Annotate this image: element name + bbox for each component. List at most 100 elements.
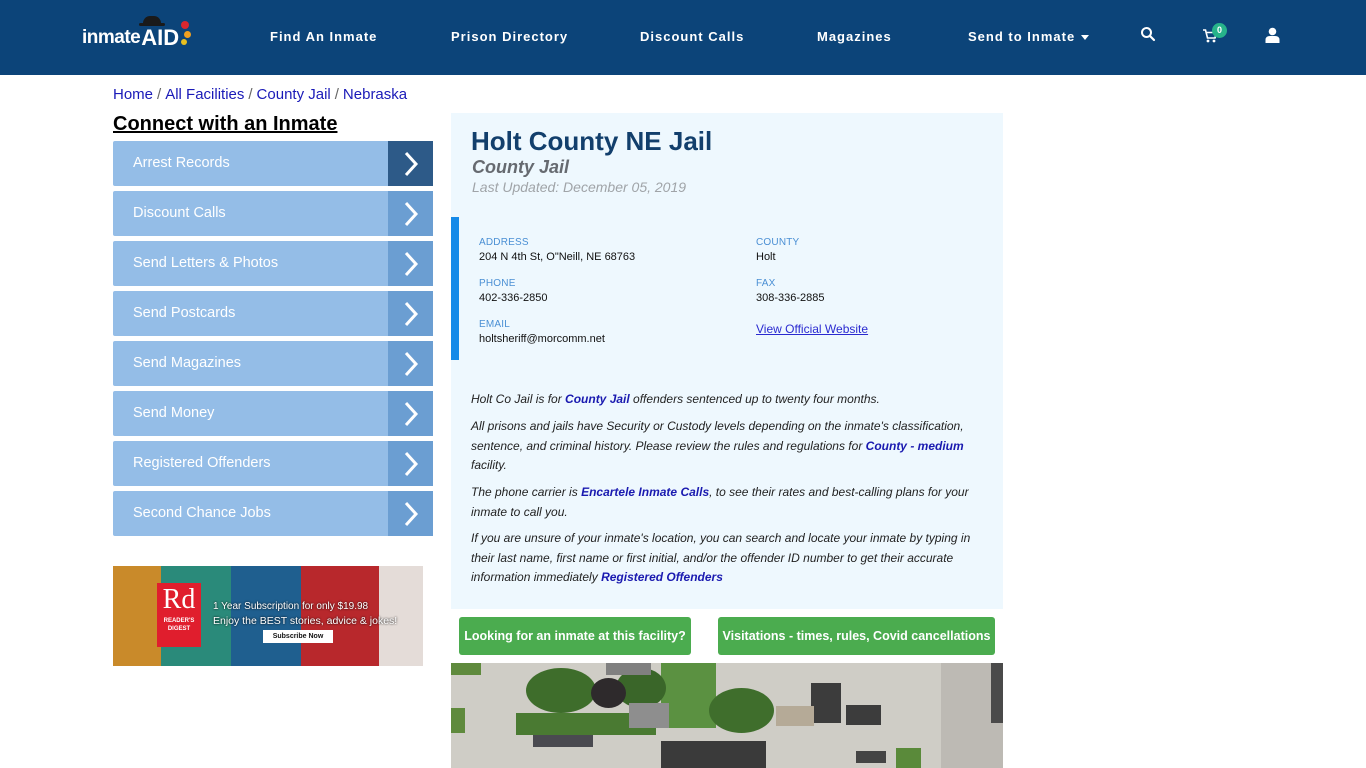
breadcrumb-all-facilities[interactable]: All Facilities	[165, 86, 244, 103]
facility-panel: Holt County NE Jail County Jail Last Upd…	[451, 113, 1003, 609]
description-paragraph: Holt Co Jail is for County Jail offender…	[471, 390, 981, 410]
map-tree	[709, 688, 774, 733]
sidebar-item-label: Second Chance Jobs	[133, 505, 271, 521]
sidebar-item-send-money[interactable]: Send Money	[113, 391, 433, 436]
description-paragraph: The phone carrier is Encartele Inmate Ca…	[471, 483, 981, 522]
map-building	[846, 705, 881, 725]
chevron-right-icon	[388, 391, 433, 436]
phone-carrier-link[interactable]: Encartele Inmate Calls	[581, 485, 709, 499]
nav-send-to-inmate[interactable]: Send to Inmate	[968, 29, 1090, 44]
search-icon[interactable]	[1140, 26, 1160, 46]
sidebar-item-send-magazines[interactable]: Send Magazines	[113, 341, 433, 386]
leaf-icon	[181, 39, 188, 45]
map-building	[776, 706, 814, 726]
facility-satellite-map[interactable]	[451, 663, 1003, 768]
address-value: 204 N 4th St, O"Neill, NE 68763	[479, 251, 636, 263]
sidebar-item-label: Send Money	[133, 405, 215, 421]
description-paragraph: All prisons and jails have Security or C…	[471, 417, 981, 476]
nav-find-an-inmate[interactable]: Find An Inmate	[270, 29, 377, 44]
phone-value: 402-336-2850	[479, 292, 548, 304]
pilgrim-hat-icon	[139, 16, 166, 26]
breadcrumb-separator: /	[248, 86, 253, 103]
logo-accent: AID	[139, 16, 192, 51]
caret-down-icon	[1081, 35, 1090, 41]
sidebar-item-discount-calls[interactable]: Discount Calls	[113, 191, 433, 236]
visitations-button[interactable]: Visitations - times, rules, Covid cancel…	[718, 617, 995, 655]
security-level-link[interactable]: County - medium	[866, 439, 964, 453]
sidebar-item-label: Send Postcards	[133, 305, 236, 321]
map-grass	[451, 663, 481, 675]
county-value: Holt	[756, 251, 776, 263]
sidebar-item-label: Arrest Records	[133, 155, 230, 171]
text: Holt Co Jail is for	[471, 392, 566, 406]
address-label: ADDRESS	[479, 237, 529, 248]
county-label: COUNTY	[756, 237, 800, 248]
nav-send-to-inmate-label: Send to Inmate	[968, 29, 1076, 44]
breadcrumb-separator: /	[334, 86, 339, 103]
chevron-right-icon	[388, 341, 433, 386]
map-grass	[451, 708, 465, 733]
map-road-edge	[991, 663, 1003, 723]
map-tree	[591, 678, 626, 708]
text: offenders sentenced up to twenty four mo…	[629, 392, 880, 406]
breadcrumb-county-jail[interactable]: County Jail	[257, 86, 331, 103]
registered-offenders-link[interactable]: Registered Offenders	[601, 570, 723, 584]
info-accent-bar	[451, 217, 459, 360]
logo-accent-text: AID	[141, 25, 180, 50]
map-parked-cars	[533, 735, 593, 747]
text: The phone carrier is	[471, 485, 582, 499]
email-label: EMAIL	[479, 319, 511, 330]
logo-brand-name: READER'S DIGEST	[163, 618, 195, 632]
leaf-icon	[184, 31, 192, 38]
text: facility.	[471, 458, 507, 472]
readers-digest-logo: Rd READER'S DIGEST	[157, 583, 201, 647]
county-jail-link[interactable]: County Jail	[565, 392, 630, 406]
map-parked-cars	[856, 751, 886, 763]
nav-magazines[interactable]: Magazines	[817, 29, 892, 44]
map-tree	[526, 668, 596, 713]
chevron-right-icon	[388, 441, 433, 486]
sidebar-item-label: Discount Calls	[133, 205, 226, 221]
sidebar-item-registered-offenders[interactable]: Registered Offenders	[113, 441, 433, 486]
official-website-link[interactable]: View Official Website	[756, 322, 868, 336]
top-navbar: inmate AID Find An Inmate Prison Directo…	[0, 0, 1366, 75]
sidebar-item-send-letters-photos[interactable]: Send Letters & Photos	[113, 241, 433, 286]
nav-discount-calls[interactable]: Discount Calls	[640, 29, 744, 44]
sidebar-item-label: Registered Offenders	[133, 455, 271, 471]
cart-count-badge: 0	[1212, 23, 1227, 38]
site-logo[interactable]: inmate AID	[82, 16, 192, 54]
last-updated: Last Updated: December 05, 2019	[472, 179, 687, 195]
ad-headline: 1 Year Subscription for only $19.98	[213, 601, 369, 612]
logo-text: Rd	[162, 584, 196, 615]
description-paragraph: If you are unsure of your inmate's locat…	[471, 529, 981, 588]
sidebar-item-second-chance-jobs[interactable]: Second Chance Jobs	[113, 491, 433, 536]
chevron-right-icon	[388, 141, 433, 186]
logo-text: inmate	[82, 27, 141, 48]
phone-label: PHONE	[479, 278, 516, 289]
sidebar-item-label: Send Magazines	[133, 355, 242, 371]
nav-prison-directory[interactable]: Prison Directory	[451, 29, 568, 44]
facility-name: Holt County NE Jail	[471, 126, 713, 156]
map-building	[811, 683, 841, 723]
map-building	[606, 663, 651, 675]
ad-tagline: Enjoy the BEST stories, advice & jokes!	[213, 615, 398, 627]
find-inmate-at-facility-button[interactable]: Looking for an inmate at this facility?	[459, 617, 691, 655]
sidebar-item-send-postcards[interactable]: Send Postcards	[113, 291, 433, 336]
breadcrumb-nebraska[interactable]: Nebraska	[343, 86, 407, 103]
sidebar-item-label: Send Letters & Photos	[133, 255, 279, 271]
facility-type: County Jail	[472, 157, 570, 177]
map-jail-building	[661, 741, 766, 768]
readers-digest-ad-banner[interactable]: Rd READER'S DIGEST 1 Year Subscription f…	[113, 566, 423, 666]
fax-value: 308-336-2885	[756, 292, 825, 304]
email-value: holtsheriff@morcomm.net	[479, 333, 605, 345]
fax-label: FAX	[756, 278, 776, 289]
sidebar-item-arrest-records[interactable]: Arrest Records	[113, 141, 433, 186]
sidebar-title: Connect with an Inmate	[113, 113, 338, 135]
chevron-right-icon	[388, 491, 433, 536]
user-icon[interactable]	[1265, 27, 1285, 47]
chevron-right-icon	[388, 241, 433, 286]
breadcrumb-home[interactable]: Home	[113, 86, 153, 103]
subscribe-now-button[interactable]: Subscribe Now	[263, 630, 333, 643]
chevron-right-icon	[388, 191, 433, 236]
breadcrumb: Home / All Facilities / County Jail / Nebraska	[113, 86, 407, 103]
